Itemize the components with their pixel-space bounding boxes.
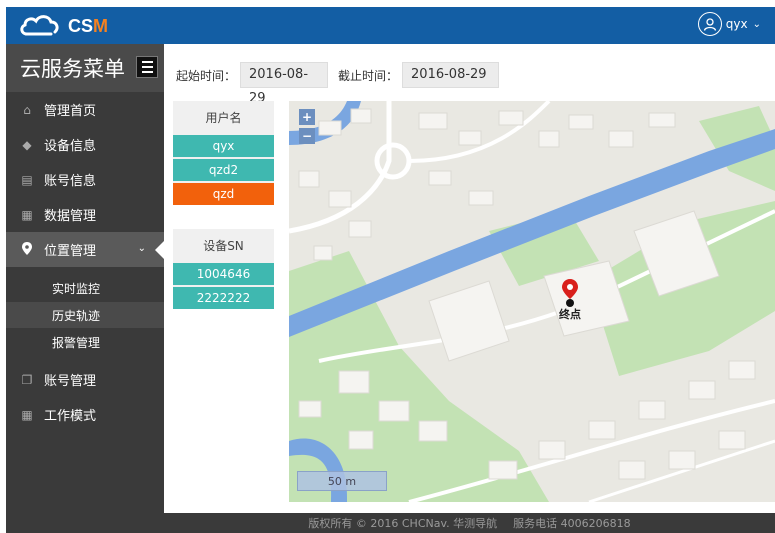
sidebar-item-work-mode[interactable]: ▦ 工作模式	[6, 397, 164, 432]
zoom-in-button[interactable]: +	[299, 109, 315, 125]
sidebar-item-label: 账号信息	[44, 174, 97, 189]
list-item[interactable]: 2222222	[173, 285, 274, 309]
sidebar-item-home[interactable]: ⌂ 管理首页	[6, 92, 164, 127]
menu-toggle-icon[interactable]	[136, 56, 158, 78]
footer: 版权所有 © 2016 CHCNav. 华测导航 服务电话 4006206818	[164, 513, 775, 533]
map-tiles	[289, 101, 775, 502]
sidebar-item-device-info[interactable]: ◆ 设备信息	[6, 127, 164, 162]
device-sn-list-header: 设备SN	[173, 229, 274, 261]
sidebar-subitem-label: 报警管理	[52, 335, 101, 350]
map-view[interactable]: + − 终点 50 m	[289, 101, 775, 502]
list-item[interactable]: qzd2	[173, 157, 274, 181]
app-logo[interactable]: CSM	[18, 13, 108, 39]
top-bar: CSM qyx ⌄	[6, 7, 775, 44]
user-avatar-icon	[697, 12, 722, 36]
active-indicator	[155, 241, 164, 259]
marker-label: 终点	[559, 308, 581, 321]
sidebar-item-label: 数据管理	[44, 209, 97, 224]
sidebar-item-label: 工作模式	[44, 409, 97, 424]
username-list: 用户名 qyx qzd2 qzd	[173, 101, 274, 205]
device-sn-list: 设备SN 1004646 2222222	[173, 229, 274, 309]
grid-icon: ▦	[21, 407, 33, 422]
cloud-logo-icon	[20, 15, 59, 36]
sidebar-item-location-management[interactable]: 位置管理 ⌄	[6, 232, 164, 267]
sidebar-item-account-management[interactable]: ❐ 账号管理	[6, 362, 164, 397]
end-time-label: 截止时间：	[338, 68, 399, 83]
sidebar-subitem-label: 实时监控	[52, 281, 101, 296]
sidebar-item-data-management[interactable]: ▦ 数据管理	[6, 197, 164, 232]
map-scale-bar: 50 m	[297, 471, 387, 491]
sidebar-item-account-info[interactable]: ▤ 账号信息	[6, 162, 164, 197]
user-menu[interactable]: qyx ⌄	[697, 12, 761, 36]
end-date-input[interactable]: 2016-08-29	[402, 62, 500, 88]
card-icon: ▤	[21, 172, 33, 187]
map-pin-icon	[20, 241, 34, 258]
start-time-label: 起始时间：	[176, 68, 237, 83]
chevron-down-icon: ⌄	[752, 18, 761, 30]
sidebar-item-label: 设备信息	[44, 139, 97, 154]
chevron-down-icon: ⌄	[137, 243, 146, 254]
date-filter-bar: 起始时间： 2016-08-29 截止时间： 2016-08-29	[176, 62, 500, 106]
sidebar-item-label: 管理首页	[44, 104, 97, 119]
list-item-selected[interactable]: qzd	[173, 181, 274, 205]
table-icon: ▦	[21, 207, 33, 222]
copy-icon: ❐	[21, 372, 33, 387]
sidebar-item-label: 位置管理	[44, 244, 97, 259]
start-date-input[interactable]: 2016-08-29	[240, 62, 329, 106]
sidebar-subitem-history-track[interactable]: 历史轨迹	[6, 302, 164, 328]
sidebar-item-label: 账号管理	[44, 374, 97, 389]
list-item[interactable]: qyx	[173, 133, 274, 157]
map-marker-icon[interactable]	[561, 279, 579, 309]
footer-copyright: 版权所有 © 2016 CHCNav. 华测导航	[308, 517, 498, 530]
sidebar-subitem-label: 历史轨迹	[52, 308, 101, 323]
sidebar: 云服务菜单 ⌂ 管理首页 ◆ 设备信息 ▤ 账号信息 ▦ 数据管理 位置管理 ⌄…	[6, 44, 164, 533]
tag-icon: ◆	[22, 137, 32, 152]
sidebar-subitem-realtime-monitor[interactable]: 实时监控	[6, 275, 164, 301]
list-item[interactable]: 1004646	[173, 261, 274, 285]
username-list-header: 用户名	[173, 101, 274, 133]
logo-text: CSM	[68, 15, 109, 36]
sidebar-subitem-alarm-management[interactable]: 报警管理	[6, 329, 164, 355]
user-name: qyx	[725, 17, 748, 31]
footer-phone: 服务电话 4006206818	[513, 517, 631, 530]
zoom-out-button[interactable]: −	[299, 128, 315, 144]
sidebar-title: 云服务菜单	[20, 57, 125, 81]
home-icon: ⌂	[23, 102, 31, 117]
sidebar-title-bar: 云服务菜单	[6, 44, 164, 92]
